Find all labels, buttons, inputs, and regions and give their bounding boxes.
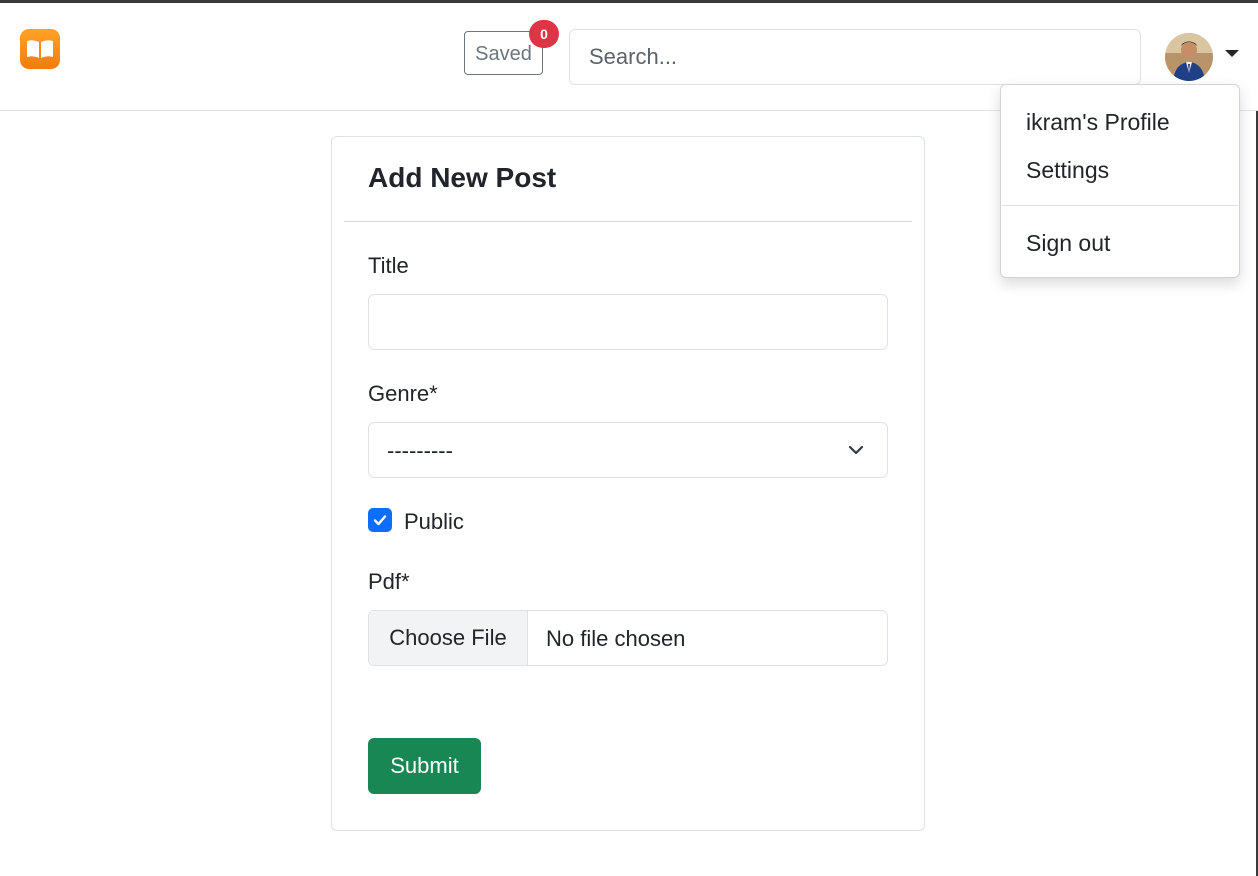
file-status: No file chosen	[546, 626, 686, 651]
caret-down-icon[interactable]	[1225, 50, 1239, 57]
submit-button[interactable]: Submit	[368, 738, 481, 794]
app-logo[interactable]	[20, 29, 60, 69]
avatar[interactable]	[1165, 33, 1213, 81]
genre-selected-value: ---------	[387, 438, 453, 463]
saved-count-badge: 0	[529, 20, 559, 48]
user-dropdown-menu: ikram's Profile Settings Sign out	[1000, 84, 1240, 278]
title-label: Title	[368, 253, 409, 278]
choose-file-button[interactable]: Choose File	[369, 611, 528, 665]
menu-divider	[1002, 205, 1238, 206]
checkmark-icon	[373, 515, 387, 526]
menu-item-profile[interactable]: ikram's Profile	[1026, 109, 1170, 136]
add-post-card	[331, 136, 925, 831]
chevron-down-icon	[848, 445, 864, 455]
title-input[interactable]	[368, 294, 888, 350]
genre-label: Genre*	[368, 381, 438, 406]
public-label: Public	[404, 509, 464, 534]
avatar-image	[1165, 33, 1213, 81]
pdf-label: Pdf*	[368, 569, 410, 594]
menu-item-signout[interactable]: Sign out	[1026, 230, 1110, 257]
menu-item-settings[interactable]: Settings	[1026, 157, 1109, 184]
public-checkbox[interactable]	[368, 508, 392, 532]
card-divider	[344, 221, 912, 222]
search-input[interactable]	[569, 29, 1141, 85]
card-title: Add New Post	[368, 162, 557, 193]
open-book-icon	[27, 40, 53, 59]
